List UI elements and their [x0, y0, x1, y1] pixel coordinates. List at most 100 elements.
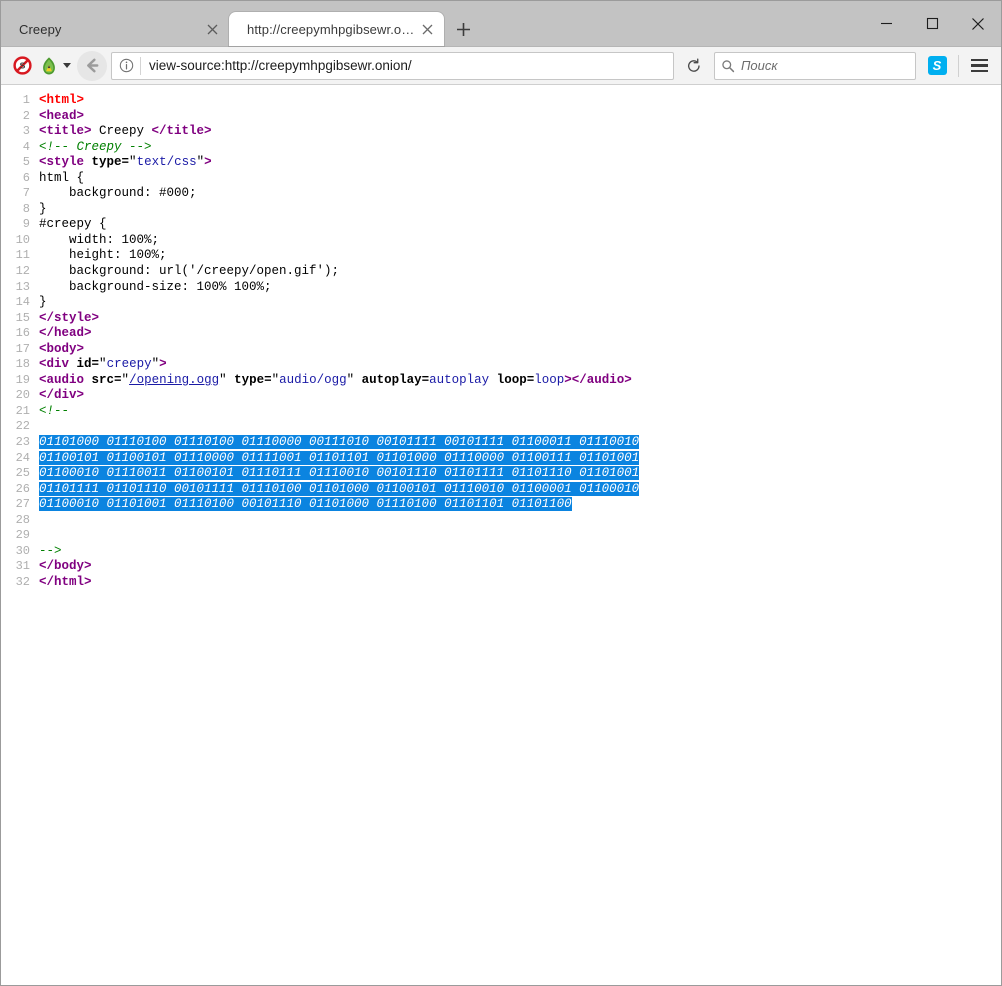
selected-text: 01101000 01110100 01110100 01110000 0011… — [39, 435, 639, 449]
line-content: <body> — [39, 342, 1001, 358]
code-token[interactable]: /opening.ogg — [129, 373, 219, 387]
code-token: " — [99, 357, 107, 371]
reload-button[interactable] — [678, 52, 710, 80]
code-token: id= — [77, 357, 100, 371]
line-content: --> — [39, 544, 1001, 560]
line-number: 6 — [1, 171, 39, 187]
line-content: <div id="creepy"> — [39, 357, 1001, 373]
svg-text:S: S — [19, 61, 25, 71]
source-line: 2501100010 01110011 01100101 01110111 01… — [1, 466, 1001, 482]
selected-text: 01100010 01110011 01100101 01110111 0111… — [39, 466, 639, 480]
url-bar[interactable]: view-source:http://creepymhpgibsewr.onio… — [111, 52, 674, 80]
source-line: 7 background: #000; — [1, 186, 1001, 202]
code-token: </title> — [152, 124, 212, 138]
line-number: 14 — [1, 295, 39, 311]
back-button[interactable] — [77, 51, 107, 81]
code-token: --> — [39, 544, 62, 558]
noscript-icon[interactable]: S — [9, 53, 35, 79]
line-content: </head> — [39, 326, 1001, 342]
source-line: 30--> — [1, 544, 1001, 560]
code-token: } — [39, 295, 47, 309]
code-token: </body> — [39, 559, 92, 573]
code-token: " — [219, 373, 234, 387]
skype-button[interactable]: S — [922, 51, 952, 81]
tab-creepy[interactable]: Creepy — [1, 12, 229, 46]
line-content: 01101000 01110100 01110100 01110000 0011… — [39, 435, 1001, 451]
line-number: 4 — [1, 140, 39, 156]
code-token: </style> — [39, 311, 99, 325]
line-content: background: #000; — [39, 186, 1001, 202]
code-token: creepy — [107, 357, 152, 371]
source-line: 15</style> — [1, 311, 1001, 327]
selected-text: 01101111 01101110 00101111 01110100 0110… — [39, 482, 639, 496]
code-token: src= — [92, 373, 122, 387]
tab-title: http://creepymhpgibsewr.oni... — [247, 22, 416, 37]
line-content: <!-- Creepy --> — [39, 140, 1001, 156]
code-token: <style — [39, 155, 84, 169]
line-content — [39, 513, 1001, 529]
tab-view-source[interactable]: http://creepymhpgibsewr.oni... — [229, 12, 444, 46]
toolbar-divider — [958, 55, 959, 77]
code-token: autoplay= — [362, 373, 430, 387]
code-token: <!-- Creepy --> — [39, 140, 152, 154]
skype-icon: S — [928, 56, 947, 75]
source-line: 10 width: 100%; — [1, 233, 1001, 249]
line-content: </style> — [39, 311, 1001, 327]
page-info-icon[interactable] — [112, 54, 140, 78]
line-content: background-size: 100% 100%; — [39, 280, 1001, 296]
source-line: 14} — [1, 295, 1001, 311]
code-token: autoplay — [429, 373, 489, 387]
line-number: 25 — [1, 466, 39, 482]
source-line: 2<head> — [1, 109, 1001, 125]
line-number: 16 — [1, 326, 39, 342]
line-number: 7 — [1, 186, 39, 202]
view-source-content[interactable]: 1<html>2<head>3<title> Creepy </title>4<… — [1, 85, 1001, 985]
source-line: 29 — [1, 528, 1001, 544]
source-line: 18<div id="creepy"> — [1, 357, 1001, 373]
code-token: html { — [39, 171, 84, 185]
search-input[interactable]: Поиск — [741, 58, 778, 73]
source-line: 32</html> — [1, 575, 1001, 591]
hamburger-bar — [971, 70, 988, 73]
line-number: 9 — [1, 217, 39, 233]
line-number: 20 — [1, 388, 39, 404]
menu-button[interactable] — [965, 52, 993, 80]
tab-close-icon[interactable] — [201, 18, 223, 40]
line-content: <title> Creepy </title> — [39, 124, 1001, 140]
line-number: 5 — [1, 155, 39, 171]
line-content: </html> — [39, 575, 1001, 591]
code-token: </head> — [39, 326, 92, 340]
code-token: type= — [234, 373, 272, 387]
code-token: #creepy { — [39, 217, 107, 231]
source-line: 5<style type="text/css"> — [1, 155, 1001, 171]
close-button[interactable] — [955, 1, 1001, 46]
line-number: 8 — [1, 202, 39, 218]
source-line: 17<body> — [1, 342, 1001, 358]
source-line: 12 background: url('/creepy/open.gif'); — [1, 264, 1001, 280]
line-number: 13 — [1, 280, 39, 296]
code-token: background: #000; — [39, 186, 197, 200]
source-line: 2601101111 01101110 00101111 01110100 01… — [1, 482, 1001, 498]
tor-onion-button[interactable] — [37, 56, 73, 76]
source-line: 20</div> — [1, 388, 1001, 404]
code-token: text/css — [137, 155, 197, 169]
url-input[interactable]: view-source:http://creepymhpgibsewr.onio… — [141, 54, 673, 78]
line-number: 23 — [1, 435, 39, 451]
search-bar[interactable]: Поиск — [714, 52, 916, 80]
maximize-button[interactable] — [909, 1, 955, 46]
source-line: 1<html> — [1, 93, 1001, 109]
source-line: 13 background-size: 100% 100%; — [1, 280, 1001, 296]
code-token: </html> — [39, 575, 92, 589]
tab-close-icon[interactable] — [416, 18, 438, 40]
line-number: 1 — [1, 93, 39, 109]
code-token: <audio — [39, 373, 84, 387]
line-content: <!-- — [39, 404, 1001, 420]
line-number: 12 — [1, 264, 39, 280]
new-tab-button[interactable] — [446, 12, 480, 46]
line-content — [39, 528, 1001, 544]
code-token: " — [197, 155, 205, 169]
code-token: <html> — [39, 93, 84, 107]
code-token: " — [272, 373, 280, 387]
line-number: 26 — [1, 482, 39, 498]
minimize-button[interactable] — [863, 1, 909, 46]
